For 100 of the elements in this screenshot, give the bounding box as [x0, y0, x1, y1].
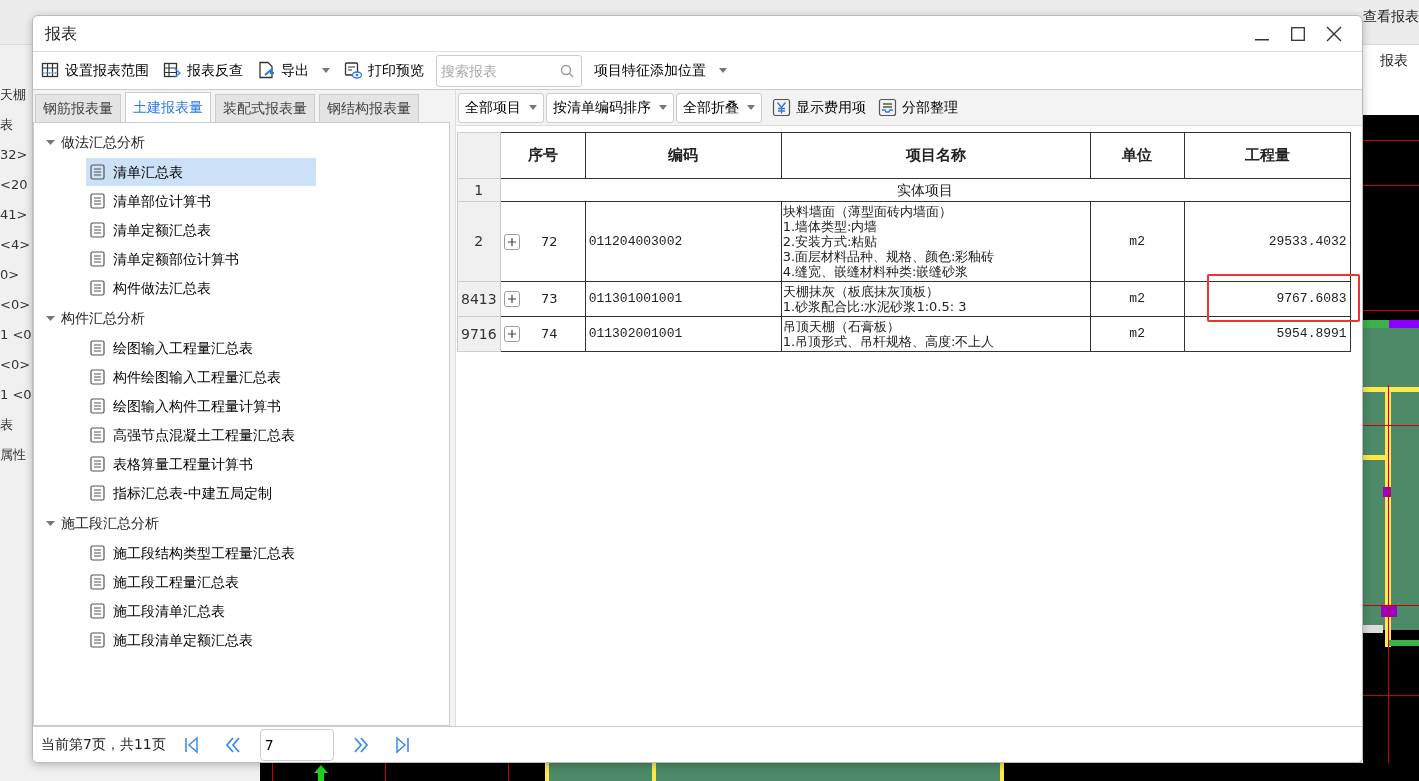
expand-button[interactable]	[503, 326, 520, 342]
report-tab[interactable]: 土建报表量	[125, 92, 211, 122]
search-icon	[560, 63, 574, 78]
dropdown-button[interactable]: 导出	[255, 58, 332, 83]
document-icon	[90, 427, 105, 443]
document-icon	[90, 398, 105, 414]
toolbar-button[interactable]: 打印预览	[342, 58, 426, 83]
tree-group-label[interactable]: 构件汇总分析	[61, 307, 145, 329]
panel-tab[interactable]: 报表	[1380, 50, 1408, 71]
caret-icon	[322, 68, 330, 73]
table-cell: 9767.6083	[1276, 291, 1347, 307]
tree-item[interactable]: 构件做法汇总表	[86, 274, 225, 302]
minimize-icon	[1255, 38, 1269, 41]
tree-item[interactable]: 清单汇总表	[86, 158, 316, 186]
document-icon	[90, 164, 105, 180]
column-header: 单位	[1090, 132, 1185, 179]
tree-item[interactable]: 施工段清单汇总表	[86, 597, 239, 625]
table-cell: m2	[1090, 316, 1185, 352]
document-icon	[90, 369, 105, 385]
toolbar-button[interactable]: 查看报表	[1363, 6, 1419, 27]
table-cell: m2	[1090, 281, 1185, 317]
page-info: 当前第7页，共11页	[41, 735, 166, 754]
tree-group-label[interactable]: 做法汇总分析	[61, 131, 145, 153]
plus-icon	[503, 233, 520, 250]
print-icon	[344, 61, 363, 80]
document-icon	[90, 193, 105, 209]
tree-item[interactable]: 施工段清单定额汇总表	[86, 626, 267, 654]
document-icon	[90, 603, 105, 619]
side-label: <4>	[0, 236, 32, 254]
tree-item[interactable]: 绘图输入工程量汇总表	[86, 334, 267, 362]
section-cell: 实体项目	[500, 178, 1351, 202]
document-icon	[90, 280, 105, 296]
side-label: 属性	[0, 446, 27, 464]
table-cell: 5954.8991	[1276, 326, 1347, 342]
report-tab[interactable]: 钢筋报表量	[35, 94, 121, 122]
table-cell: 吊顶天棚（石膏板） 1.吊顶形式、吊杆规格、高度:不上人	[781, 316, 1091, 352]
side-label: 32>	[0, 146, 29, 164]
document-icon	[90, 545, 105, 561]
side-label: <0>	[0, 296, 32, 314]
toolbar-button[interactable]: 报表反查	[161, 58, 245, 83]
search-field[interactable]: 搜索报表	[436, 54, 582, 87]
side-label: 表	[0, 416, 14, 434]
collapse-arrow-icon[interactable]	[46, 313, 55, 323]
dropdown-button[interactable]: 全部项目	[458, 92, 544, 123]
column-header: 项目名称	[781, 132, 1091, 179]
expand-button[interactable]	[503, 233, 520, 250]
toolbar-button[interactable]: 显示费用项	[770, 95, 868, 120]
yen-icon	[772, 98, 791, 117]
page-number-field[interactable]: 7	[259, 728, 334, 761]
tree-item[interactable]: 清单定额汇总表	[86, 216, 225, 244]
toolbar-button[interactable]: 分部整理	[876, 95, 960, 120]
plus-icon	[503, 291, 520, 307]
dropdown-button[interactable]: 项目特征添加位置	[592, 58, 729, 83]
table-cell: 块料墙面（薄型面砖内墙面） 1.墙体类型:内墙 2.安装方式:粘贴 3.面层材料品种、规格、颜色:彩釉砖 4.缝宽、嵌缝材料种类:嵌缝砂浆	[781, 201, 1091, 282]
dropdown-button[interactable]: 全部折叠	[676, 92, 762, 123]
side-label: 0>	[0, 266, 21, 284]
dropdown-button[interactable]: 按清单编码排序	[546, 92, 674, 123]
column-header: 编码	[585, 132, 782, 179]
tree-item[interactable]: 施工段工程量汇总表	[86, 568, 253, 596]
column-header: 序号	[500, 132, 586, 179]
table-cell: 29533.4032	[1268, 233, 1347, 249]
document-icon	[90, 574, 105, 590]
tree-group-label[interactable]: 施工段汇总分析	[61, 512, 159, 534]
tree-item[interactable]: 表格算量工程量计算书	[86, 450, 267, 478]
collapse-arrow-icon[interactable]	[46, 137, 55, 147]
tray-icon	[878, 98, 897, 117]
close-icon	[1326, 25, 1342, 42]
table-cell: 天棚抹灰（板底抹灰顶板） 1.砂浆配合比:水泥砂浆1:0.5: 3	[781, 281, 1091, 317]
column-header: 工程量	[1184, 132, 1351, 179]
table-cell: m2	[1090, 201, 1185, 282]
report-tab[interactable]: 钢结构报表量	[319, 94, 419, 122]
document-icon	[90, 251, 105, 267]
side-label: 1 <0	[0, 326, 32, 344]
side-label: <0>	[0, 356, 32, 374]
side-label: <20	[0, 176, 29, 194]
collapse-arrow-icon[interactable]	[46, 518, 55, 528]
tree-item[interactable]: 绘图输入构件工程量计算书	[86, 392, 295, 420]
report-tab[interactable]: 装配式报表量	[215, 94, 315, 122]
tree-item[interactable]: 指标汇总表-中建五局定制	[86, 479, 287, 507]
document-icon	[90, 485, 105, 501]
side-label: 41>	[0, 206, 29, 224]
tree-item[interactable]: 清单定额部位计算书	[86, 245, 253, 273]
maximize-icon	[1291, 26, 1305, 41]
tree-item[interactable]: 清单部位计算书	[86, 187, 225, 215]
grid-icon	[41, 61, 60, 80]
expand-button[interactable]	[503, 291, 520, 307]
tree-item[interactable]: 施工段结构类型工程量汇总表	[86, 539, 309, 567]
row-header: 9716	[457, 316, 501, 352]
plus-icon	[503, 326, 520, 342]
document-icon	[90, 222, 105, 238]
caret-icon	[747, 105, 755, 110]
caret-icon	[719, 68, 727, 73]
caret-icon	[529, 105, 537, 110]
table-cell-text: 72	[541, 232, 558, 251]
document-icon	[90, 632, 105, 648]
tree-item[interactable]: 构件绘图输入工程量汇总表	[86, 363, 295, 391]
grid-arrow-icon	[163, 61, 182, 80]
tree-item[interactable]: 高强节点混凝土工程量汇总表	[86, 421, 309, 449]
side-label: 天棚	[0, 86, 27, 104]
toolbar-button[interactable]: 设置报表范围	[39, 58, 151, 83]
